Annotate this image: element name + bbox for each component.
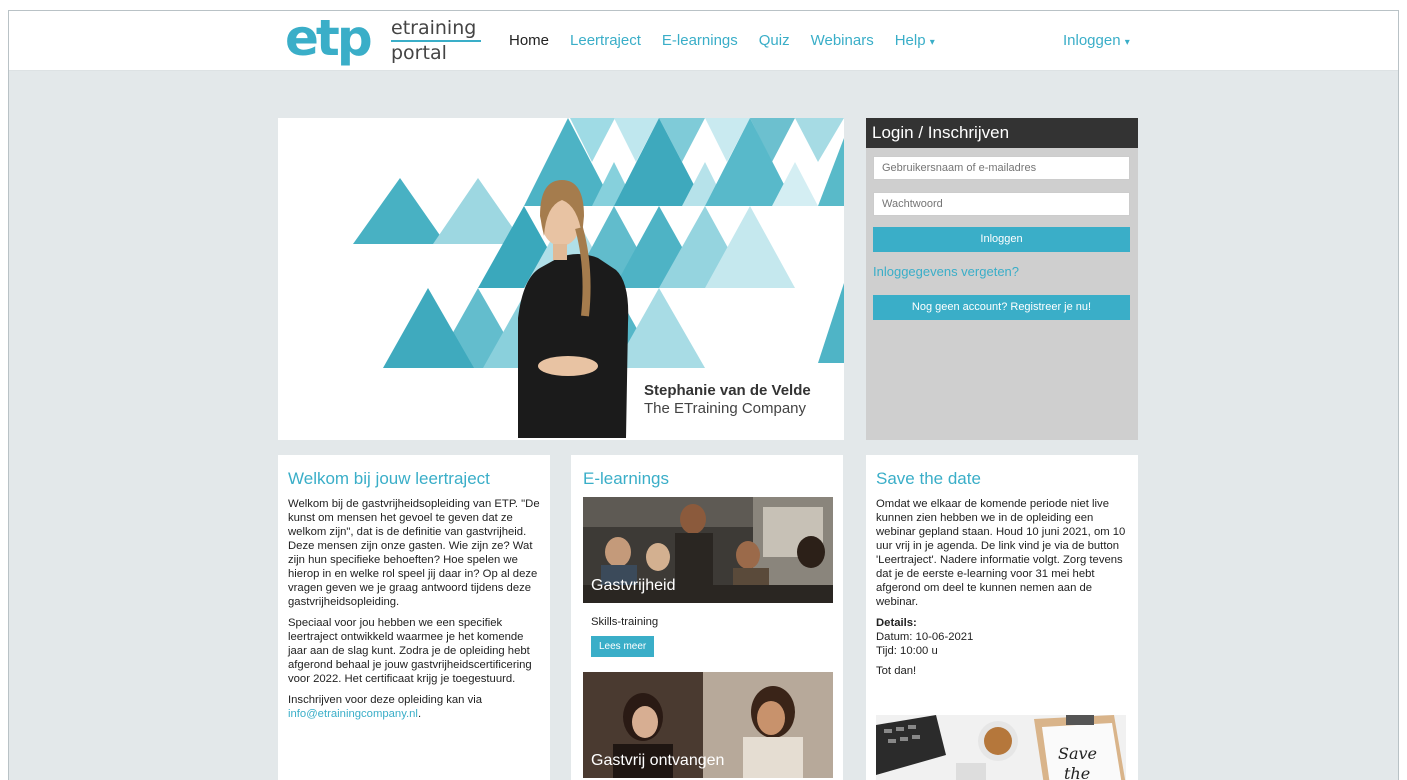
logo-portal-text: portal xyxy=(391,42,447,64)
nav-login-dropdown[interactable]: Inloggen ▾ xyxy=(1063,32,1130,49)
elearning-caption-gastvrijheid: Gastvrijheid xyxy=(591,577,676,594)
hero-video[interactable]: Stephanie van de Velde The ETraining Com… xyxy=(278,118,844,440)
welcome-paragraph-3: Inschrijven voor deze opleiding kan via … xyxy=(288,693,540,721)
elearning-image-gastvrij-ontvangen[interactable]: Gastvrij ontvangen xyxy=(583,672,833,778)
desk-photo: Save the xyxy=(876,715,1126,780)
logo-etraining-text: etraining xyxy=(391,17,477,39)
welcome-signup-text: Inschrijven voor deze opleiding kan via xyxy=(288,694,483,706)
event-time: Tijd: 10:00 u xyxy=(876,645,938,657)
event-details: Details: Datum: 10-06-2021 Tijd: 10:00 u xyxy=(876,616,1128,658)
caret-down-icon: ▾ xyxy=(1124,37,1130,48)
welcome-card: Welkom bij jouw leertraject Welkom bij d… xyxy=(278,455,550,780)
login-button[interactable]: Inloggen xyxy=(873,227,1130,252)
register-button[interactable]: Nog geen account? Registreer je nu! xyxy=(873,295,1130,320)
nav-elearnings[interactable]: E-learnings xyxy=(662,32,738,49)
nav-home[interactable]: Home xyxy=(509,32,549,49)
welcome-signup-period: . xyxy=(417,708,422,720)
welcome-title: Welkom bij jouw leertraject xyxy=(288,469,490,488)
save-the-date-title: Save the date xyxy=(876,469,981,488)
nav-login-label: Inloggen xyxy=(1063,32,1121,49)
elearning-image-gastvrijheid[interactable]: Gastvrijheid xyxy=(583,497,833,603)
main-nav: Home Leertraject E-learnings Quiz Webina… xyxy=(509,32,935,49)
save-the-date-body: Omdat we elkaar de komende periode niet … xyxy=(876,498,1126,608)
page-frame: etp etraining portal Home Leertraject E-… xyxy=(8,10,1399,780)
save-image-text-1: Save xyxy=(1058,744,1097,763)
username-input[interactable] xyxy=(873,156,1130,180)
logo-etp-text: etp xyxy=(285,10,373,67)
save-the-date-image: Save the xyxy=(876,715,1126,780)
navbar: etp etraining portal Home Leertraject E-… xyxy=(9,11,1398,71)
elearnings-card: E-learnings Gastvrijheid Skills-training… xyxy=(571,455,843,780)
save-image-text-2: the xyxy=(1064,764,1090,780)
email-link[interactable]: info@etrainingcompany.nl xyxy=(288,708,418,720)
nav-help[interactable]: Help ▾ xyxy=(895,32,935,49)
save-the-date-card: Save the date Omdat we elkaar de komende… xyxy=(866,455,1138,780)
password-input[interactable] xyxy=(873,192,1130,216)
presenter-name: Stephanie van de Velde xyxy=(644,382,811,399)
elearnings-title: E-learnings xyxy=(583,469,669,488)
elearning-caption-gastvrij-ontvangen: Gastvrij ontvangen xyxy=(591,752,725,769)
details-label: Details: xyxy=(876,617,917,629)
nav-help-label: Help xyxy=(894,32,926,49)
presenter-company: The ETraining Company xyxy=(644,400,807,417)
nav-webinars[interactable]: Webinars xyxy=(811,32,874,49)
login-title: Login / Inschrijven xyxy=(866,118,1138,148)
nav-leertraject[interactable]: Leertraject xyxy=(570,32,641,49)
welcome-paragraph-2: Speciaal voor jou hebben we een specifie… xyxy=(288,617,532,685)
event-date: Datum: 10-06-2021 xyxy=(876,631,974,643)
etp-logo[interactable]: etp etraining portal xyxy=(285,11,485,67)
nav-quiz[interactable]: Quiz xyxy=(759,32,790,49)
elearning-type: Skills-training xyxy=(591,616,659,628)
read-more-button[interactable]: Lees meer xyxy=(591,636,655,657)
forgot-credentials-link[interactable]: Inloggegevens vergeten? xyxy=(873,264,1019,279)
caret-down-icon: ▾ xyxy=(929,37,935,48)
welcome-paragraph-1: Welkom bij de gastvrijheidsopleiding van… xyxy=(288,498,540,608)
closing-text: Tot dan! xyxy=(876,665,917,677)
login-panel: Login / Inschrijven Inloggen Inloggegeve… xyxy=(866,118,1138,440)
